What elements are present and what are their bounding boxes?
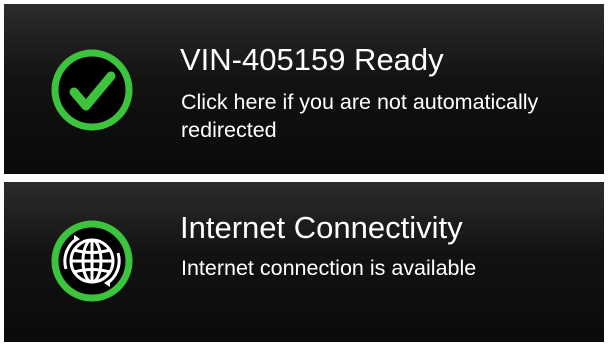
notification-title: Internet Connectivity [180, 210, 463, 245]
notification-title: VIN-405159 Ready [180, 42, 444, 77]
redirect-link-text[interactable]: Click here if you are not automatically … [181, 88, 604, 144]
vin-ready-notification[interactable]: VIN-405159 Ready Click here if you are n… [4, 4, 604, 174]
internet-connectivity-notification: Internet Connectivity Internet connectio… [4, 182, 604, 342]
checkmark-circle-icon [50, 48, 134, 132]
notification-subtitle: Internet connection is available [181, 256, 477, 280]
globe-icon [50, 219, 134, 303]
